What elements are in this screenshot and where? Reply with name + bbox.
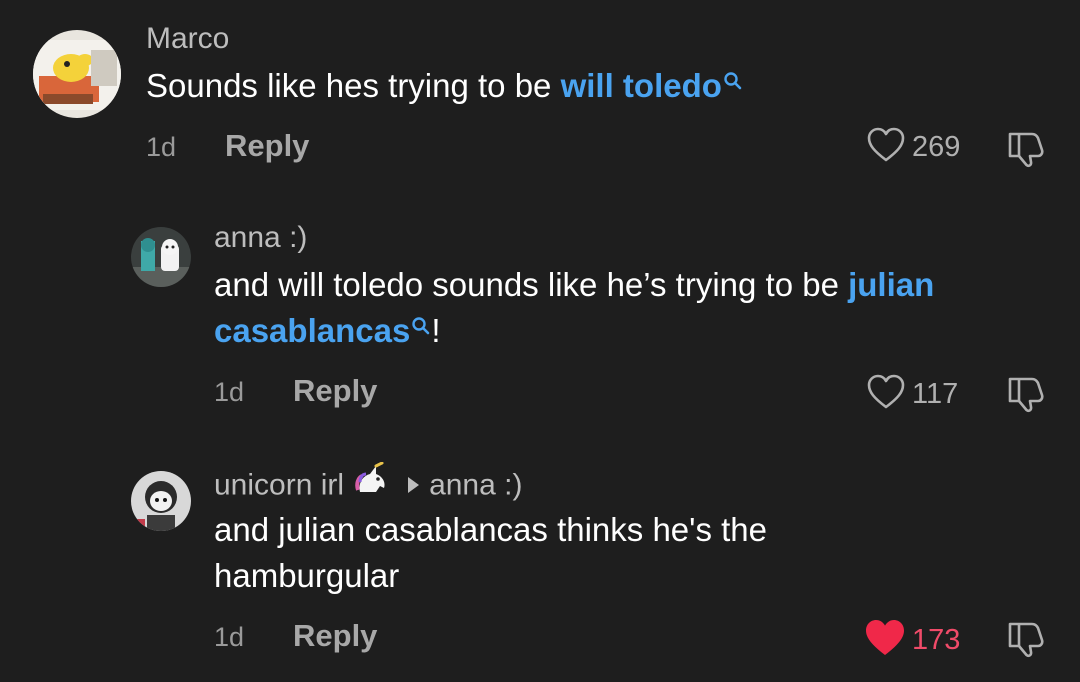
search-icon bbox=[723, 57, 743, 103]
comment-text-tail: ! bbox=[431, 312, 441, 349]
heart-outline-icon bbox=[866, 126, 906, 169]
avatar[interactable] bbox=[131, 227, 191, 287]
like-button[interactable]: 117 bbox=[866, 373, 958, 416]
reply-button[interactable]: Reply bbox=[293, 618, 377, 654]
search-link[interactable]: will toledo bbox=[561, 67, 743, 104]
avatar[interactable] bbox=[33, 30, 121, 118]
username-row: unicorn irl anna :) bbox=[214, 461, 522, 508]
like-button[interactable]: 173 bbox=[864, 618, 960, 663]
like-button[interactable]: 269 bbox=[866, 126, 960, 169]
search-link-label: will toledo bbox=[560, 67, 722, 104]
comment-text: and will toledo sounds like he’s trying … bbox=[214, 262, 1064, 354]
username[interactable]: unicorn irl bbox=[214, 468, 344, 501]
reply-button[interactable]: Reply bbox=[293, 373, 377, 409]
unicorn-emoji-icon bbox=[352, 461, 392, 505]
heart-filled-icon bbox=[864, 618, 906, 663]
dislike-icon[interactable] bbox=[1004, 128, 1048, 173]
like-count: 269 bbox=[912, 131, 961, 163]
timestamp: 1d bbox=[214, 377, 245, 407]
heart-outline-icon bbox=[866, 373, 906, 416]
dislike-icon[interactable] bbox=[1004, 618, 1048, 663]
username[interactable]: anna :) bbox=[214, 220, 307, 256]
comment-text: Sounds like hes trying to be will toledo bbox=[146, 63, 1046, 109]
comment-text-plain: Sounds like hes trying to be bbox=[146, 67, 561, 104]
like-count: 173 bbox=[912, 624, 961, 656]
username[interactable]: Marco bbox=[146, 21, 229, 57]
reply-button[interactable]: Reply bbox=[225, 128, 309, 164]
comment-text-plain: and will toledo sounds like he’s trying … bbox=[214, 266, 849, 303]
like-count: 117 bbox=[912, 378, 959, 410]
timestamp: 1d bbox=[146, 132, 177, 162]
reply-to-username[interactable]: anna :) bbox=[429, 468, 522, 501]
reply-to-arrow-icon bbox=[408, 476, 420, 493]
comment-text: and julian casablancas thinks he's the h… bbox=[214, 511, 767, 594]
avatar[interactable] bbox=[131, 471, 191, 531]
timestamp: 1d bbox=[214, 622, 245, 652]
search-icon bbox=[411, 302, 431, 348]
dislike-icon[interactable] bbox=[1004, 373, 1048, 418]
